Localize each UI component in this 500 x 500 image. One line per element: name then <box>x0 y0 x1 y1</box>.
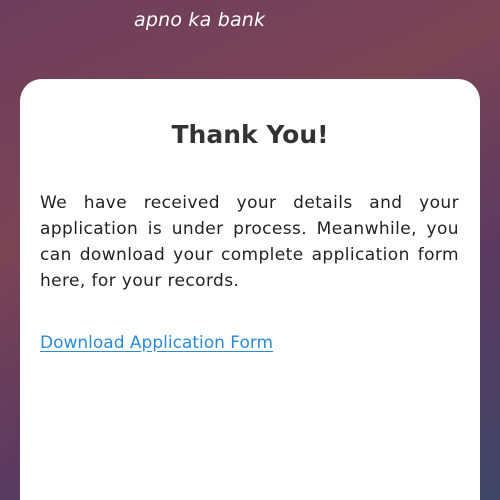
confirmation-message: We have received your details and your a… <box>40 193 459 291</box>
download-application-form-link[interactable]: Download Application Form <box>40 331 273 355</box>
app-header: apno ka bank <box>0 0 500 80</box>
brand-tagline: apno ka bank <box>134 9 266 31</box>
page-title: Thank You! <box>171 120 329 149</box>
brand-logo <box>28 0 258 2</box>
